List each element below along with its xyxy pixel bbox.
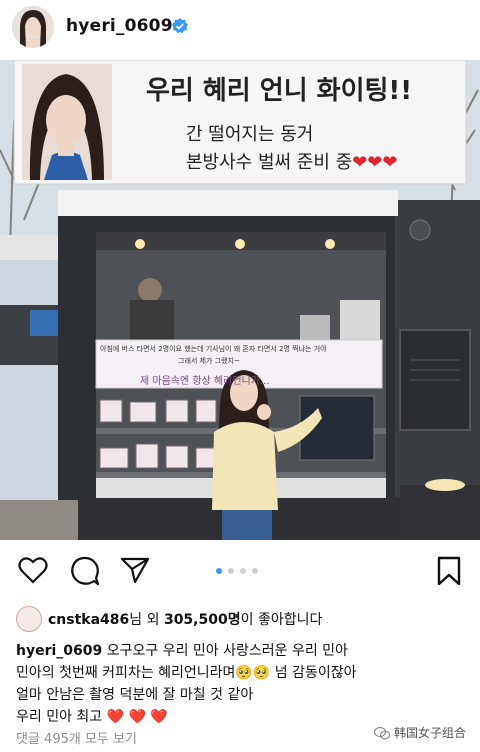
banner-line-2: 간 떨어지는 동거: [186, 124, 314, 145]
truck-sign-line-1: 아침에 버스 타면서 2명이요 했는데 기사님이 왜 혼자 타면서 2명 찍냐는…: [100, 345, 327, 353]
liker-username[interactable]: cnstka486: [48, 612, 129, 628]
watermark-text: 韩国女子组合: [393, 726, 466, 740]
caption-text-1: 오구오구 우리 민아 사랑스러운 우리 민아: [102, 643, 348, 659]
watermark: 韩国女子组合: [373, 724, 466, 741]
caption-username[interactable]: hyeri_0609: [16, 643, 102, 659]
bookmark-icon[interactable]: [436, 556, 462, 586]
carousel-dot: [228, 568, 234, 574]
likes-count[interactable]: 305,500명: [164, 612, 241, 628]
carousel-dot: [240, 568, 246, 574]
wechat-icon: [373, 726, 390, 739]
verified-badge-icon: [172, 18, 188, 34]
caption-line-3: 얼마 안남은 촬영 덕분에 잘 마칠 것 같아: [16, 687, 254, 703]
banner-hearts: ❤❤❤: [352, 152, 398, 173]
likes-mid: 님 외: [129, 612, 164, 628]
truck-sign-line-2: 그래서 제가 그랬지~: [178, 357, 240, 365]
avatar[interactable]: [12, 6, 54, 48]
banner-line-3-row: 본방사수 벌써 준비 중❤❤❤: [186, 148, 397, 174]
heart-outline-icon[interactable]: [18, 556, 48, 584]
banner-line-3: 본방사수 벌써 준비 중: [186, 152, 353, 173]
likes-end: 이 좋아합니다: [240, 612, 323, 628]
truck-sign-line-3: 제 마음속엔 항상 혜리언니가...: [140, 376, 270, 387]
comment-icon[interactable]: [70, 556, 100, 586]
post-caption: hyeri_0609 오구오구 우리 민아 사랑스러운 우리 민아 민아의 첫번…: [16, 640, 470, 728]
caption-line-1: hyeri_0609 오구오구 우리 민아 사랑스러운 우리 민아: [16, 640, 470, 662]
likes-row: cnstka486님 외 305,500명이 좋아합니다: [0, 600, 480, 634]
paper-plane-icon[interactable]: [120, 556, 150, 584]
banner-title: 우리 혜리 언니 화이팅!!: [146, 76, 413, 106]
post-header: hyeri_0609: [0, 0, 480, 58]
view-comments-link[interactable]: 댓글 495개 모두 보기: [16, 728, 137, 747]
carousel-dot-active: [216, 568, 222, 574]
post-username[interactable]: hyeri_0609: [66, 16, 173, 36]
caption-text-4: 우리 민아 최고: [16, 709, 107, 725]
carousel-indicator: [216, 568, 258, 574]
caption-hearts: ❤️ ❤️ ❤️: [106, 709, 168, 725]
caption-line-2: 민아의 첫번째 커피차는 혜리언니라며🥺🥺 넘 감동이잖아: [16, 665, 357, 681]
post-photo[interactable]: 우리 혜리 언니 화이팅!! 간 떨어지는 동거 본방사수 벌써 준비 중❤❤❤…: [0, 60, 480, 540]
carousel-dot: [252, 568, 258, 574]
liker-avatar[interactable]: [16, 606, 42, 632]
likes-text[interactable]: cnstka486님 외 305,500명이 좋아합니다: [48, 609, 322, 629]
